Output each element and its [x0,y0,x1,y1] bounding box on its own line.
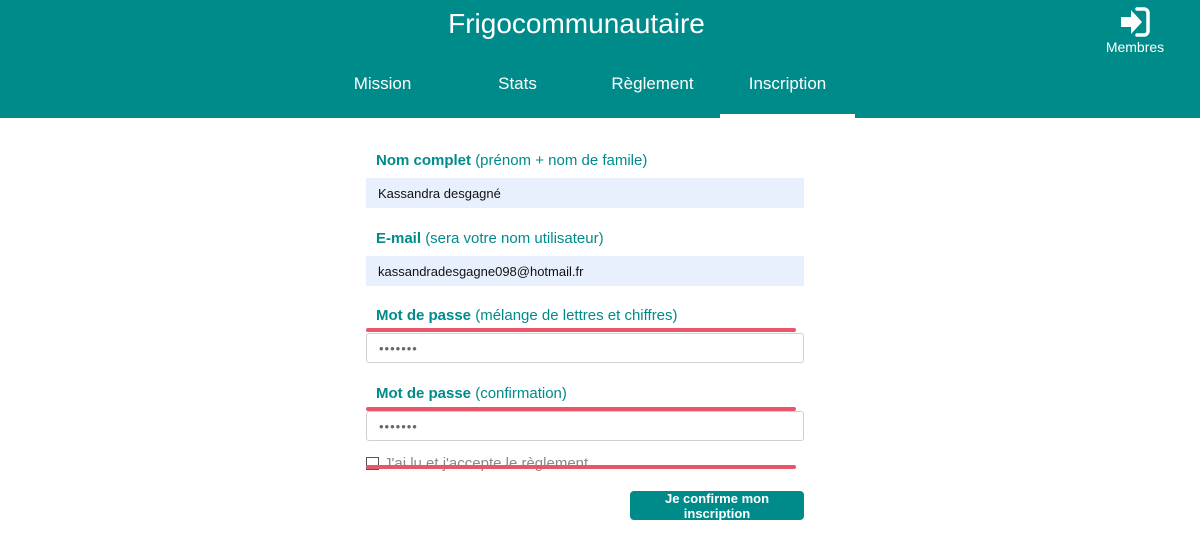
password-label: Mot de passe (mélange de lettres et chif… [366,307,678,324]
email-label-bold: E-mail [376,230,422,247]
tab-reglement[interactable]: Règlement [585,60,720,118]
accept-rules-label[interactable]: J'ai lu et j'accepte le règlement [384,455,588,472]
email-input[interactable] [366,256,804,286]
password-label-hint: (mélange de lettres et chiffres) [475,307,678,324]
email-label: E-mail (sera votre nom utilisateur) [366,230,604,247]
password-input[interactable] [366,333,804,363]
tab-mission[interactable]: Mission [315,60,450,118]
full-name-input[interactable] [366,178,804,208]
full-name-label: Nom complet (prénom + nom de famile) [366,152,647,169]
password-confirm-label-hint: (confirmation) [475,385,567,402]
members-link[interactable]: Membres [1100,6,1170,55]
sign-in-icon [1121,7,1150,37]
members-label: Membres [1105,39,1165,55]
tab-inscription[interactable]: Inscription [720,60,855,118]
password-error-underline [366,328,796,332]
accept-rules-error-underline [366,465,796,469]
header-bar: Frigocommunautaire Membres Mission Stats… [0,0,1200,118]
email-label-hint: (sera votre nom utilisateur) [425,230,604,247]
full-name-label-hint: (prénom + nom de famile) [475,152,648,169]
password-label-bold: Mot de passe [376,307,472,324]
site-title: Frigocommunautaire [448,8,705,39]
password-confirm-label: Mot de passe (confirmation) [366,385,567,402]
password-confirm-input[interactable] [366,411,804,441]
full-name-label-bold: Nom complet [376,152,472,169]
tab-stats[interactable]: Stats [450,60,585,118]
main-nav: Mission Stats Règlement Inscription [315,60,855,118]
confirm-registration-button[interactable]: Je confirme mon inscription [630,491,804,521]
password-confirm-label-bold: Mot de passe [376,385,472,402]
accept-rules-row[interactable]: J'ai lu et j'accepte le règlement [366,455,588,472]
